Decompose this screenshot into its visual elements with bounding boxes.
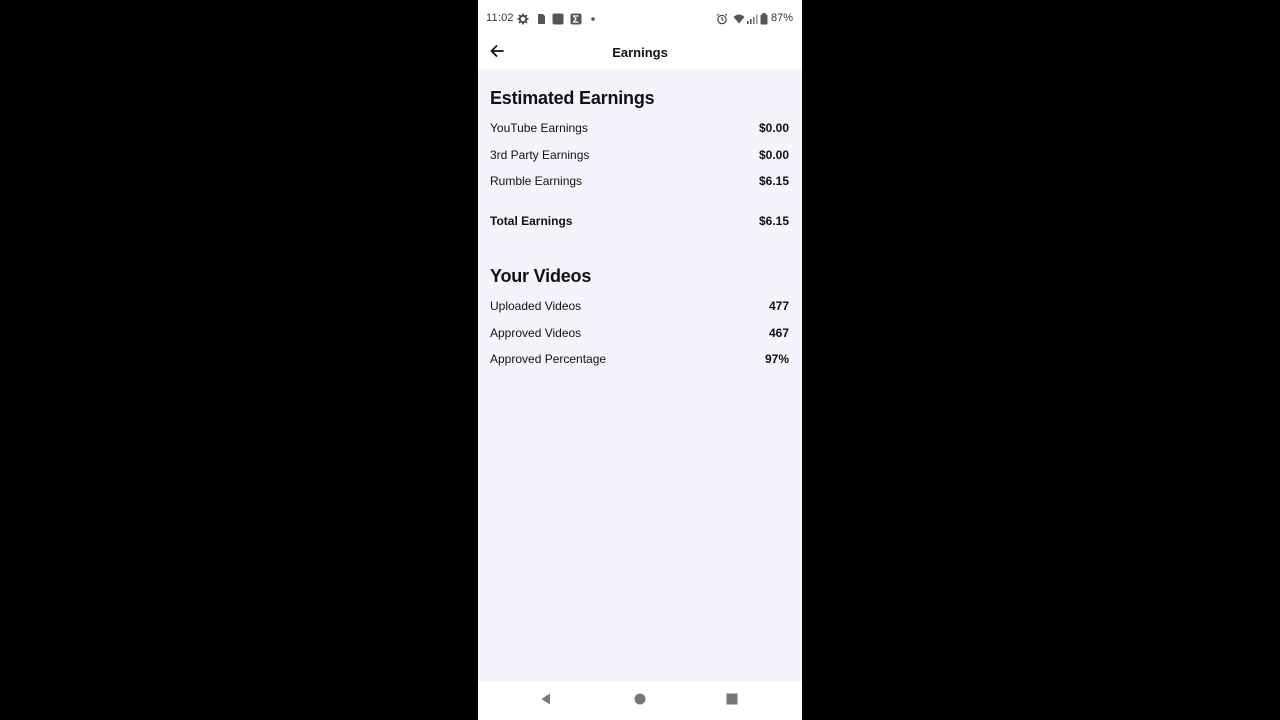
recents-square-icon — [725, 692, 739, 711]
home-circle-icon — [633, 692, 647, 711]
videos-row-approved: Approved Videos 467 — [490, 324, 789, 342]
total-value: $6.15 — [758, 214, 789, 228]
system-nav-bar — [478, 682, 802, 720]
earnings-content: Estimated Earnings YouTube Earnings $0.0… — [478, 69, 802, 681]
row-label: YouTube Earnings — [490, 121, 588, 135]
earnings-row-third-party: 3rd Party Earnings $0.00 — [490, 146, 789, 164]
sim-card-icon — [535, 12, 547, 24]
status-bar: 11:02 87% — [478, 0, 802, 38]
battery-percentage: 87% — [770, 12, 793, 24]
settings-icon — [517, 12, 529, 25]
total-label: Total Earnings — [490, 214, 573, 228]
back-triangle-icon — [539, 692, 553, 711]
row-value: $0.00 — [758, 121, 789, 135]
row-value: $0.00 — [758, 148, 789, 162]
your-videos-heading: Your Videos — [490, 266, 592, 286]
nav-back-button[interactable] — [538, 693, 554, 709]
phone-screen: 11:02 87% Earnings Estimated Earnings Yo… — [478, 0, 802, 720]
row-label: Approved Videos — [490, 326, 582, 340]
signal-icon — [746, 12, 758, 24]
app-bar: Earnings — [478, 38, 802, 69]
earnings-row-rumble: Rumble Earnings $6.15 — [490, 172, 789, 190]
status-time: 11:02 — [486, 12, 514, 24]
wifi-icon — [733, 12, 745, 24]
nav-recents-button[interactable] — [724, 693, 740, 709]
notification-dot-icon — [589, 12, 601, 24]
battery-icon — [760, 12, 768, 25]
videos-row-approved-percentage: Approved Percentage 97% — [490, 350, 789, 368]
row-label: 3rd Party Earnings — [490, 148, 590, 162]
page-title: Earnings — [612, 45, 668, 60]
app-icon — [552, 12, 564, 25]
row-value: 467 — [768, 326, 789, 340]
alarm-icon — [716, 12, 728, 25]
row-value: $6.15 — [758, 174, 789, 188]
row-label: Rumble Earnings — [490, 174, 583, 188]
sigma-icon — [570, 12, 582, 25]
earnings-row-youtube: YouTube Earnings $0.00 — [490, 119, 789, 137]
row-value: 97% — [764, 352, 789, 366]
videos-row-uploaded: Uploaded Videos 477 — [490, 297, 789, 315]
estimated-earnings-heading: Estimated Earnings — [490, 88, 655, 108]
earnings-row-total: Total Earnings $6.15 — [490, 212, 789, 230]
row-value: 477 — [768, 299, 789, 313]
row-label: Uploaded Videos — [490, 299, 582, 313]
nav-home-button[interactable] — [632, 693, 648, 709]
row-label: Approved Percentage — [490, 352, 607, 366]
